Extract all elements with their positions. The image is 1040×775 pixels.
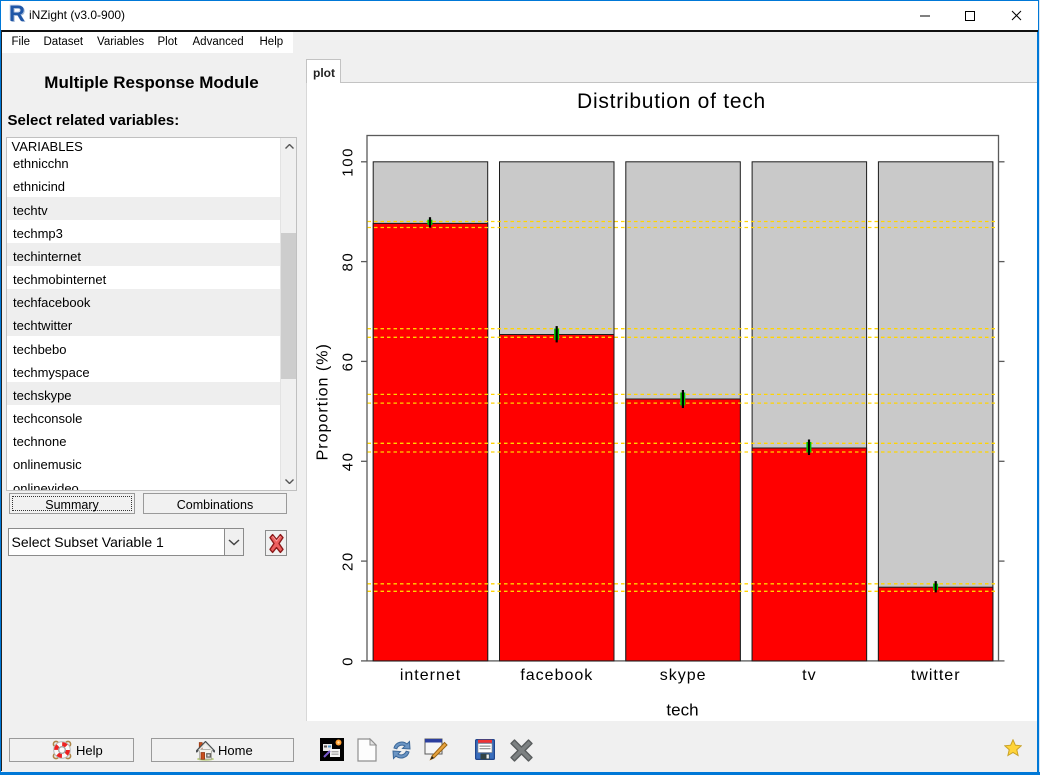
svg-text:40: 40 [340,451,357,471]
svg-text:tech: tech [666,701,698,720]
svg-text:80: 80 [340,252,357,272]
svg-text:twitter: twitter [911,667,961,684]
svg-text:facebook: facebook [520,667,593,684]
svg-text:0: 0 [340,656,357,666]
svg-text:20: 20 [340,551,357,571]
svg-text:internet: internet [400,667,461,684]
svg-text:Distribution of tech: Distribution of tech [577,90,766,113]
svg-text:tv: tv [802,667,816,684]
svg-text:60: 60 [340,351,357,371]
svg-text:skype: skype [660,667,707,684]
svg-text:100: 100 [340,147,357,177]
svg-text:Proportion (%): Proportion (%) [314,343,331,460]
